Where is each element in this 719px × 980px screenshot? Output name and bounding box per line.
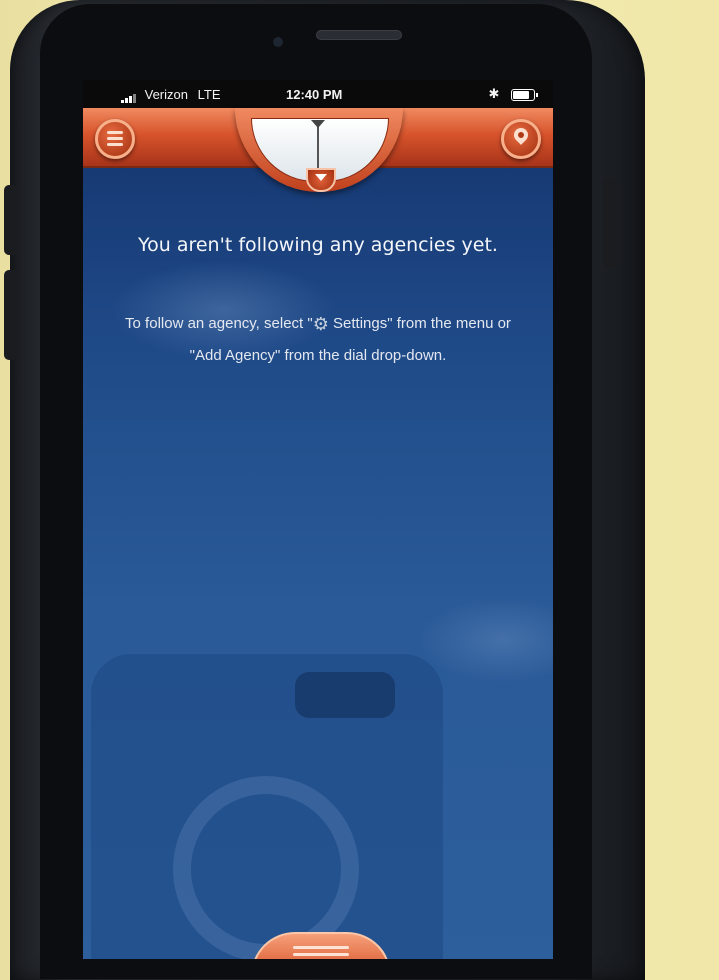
status-time: 12:40 PM [286,87,343,102]
earpiece [316,30,402,40]
side-button-right [603,178,617,268]
side-button-left-lower [4,270,18,360]
location-pin-icon [511,125,531,145]
signal-icon [121,88,137,104]
dial-marker-icon [311,120,325,128]
location-button[interactable] [501,119,541,159]
settings-label: Settings [328,315,388,332]
reflection-camera [295,672,395,718]
body-text-start: To follow an agency, select " [125,315,313,332]
status-bar: Verizon LTE 12:40 PM ✱ [83,80,553,108]
menu-button[interactable] [95,119,135,159]
network-type: LTE [197,87,221,102]
empty-state-body: To follow an agency, select "⚙ Settings"… [113,308,523,371]
bluetooth-icon: ✱ [488,86,500,101]
app-screen: Verizon LTE 12:40 PM ✱ You aren't follow… [83,80,553,959]
empty-state-title: You aren't following any agencies yet. [138,234,498,256]
status-right: ✱ [488,86,538,102]
carrier-info: Verizon LTE [121,87,221,104]
battery-icon [511,88,538,101]
front-camera [273,37,283,47]
carrier-name: Verizon [144,87,188,102]
side-button-left [4,185,18,255]
gear-icon: ⚙ [312,314,329,334]
